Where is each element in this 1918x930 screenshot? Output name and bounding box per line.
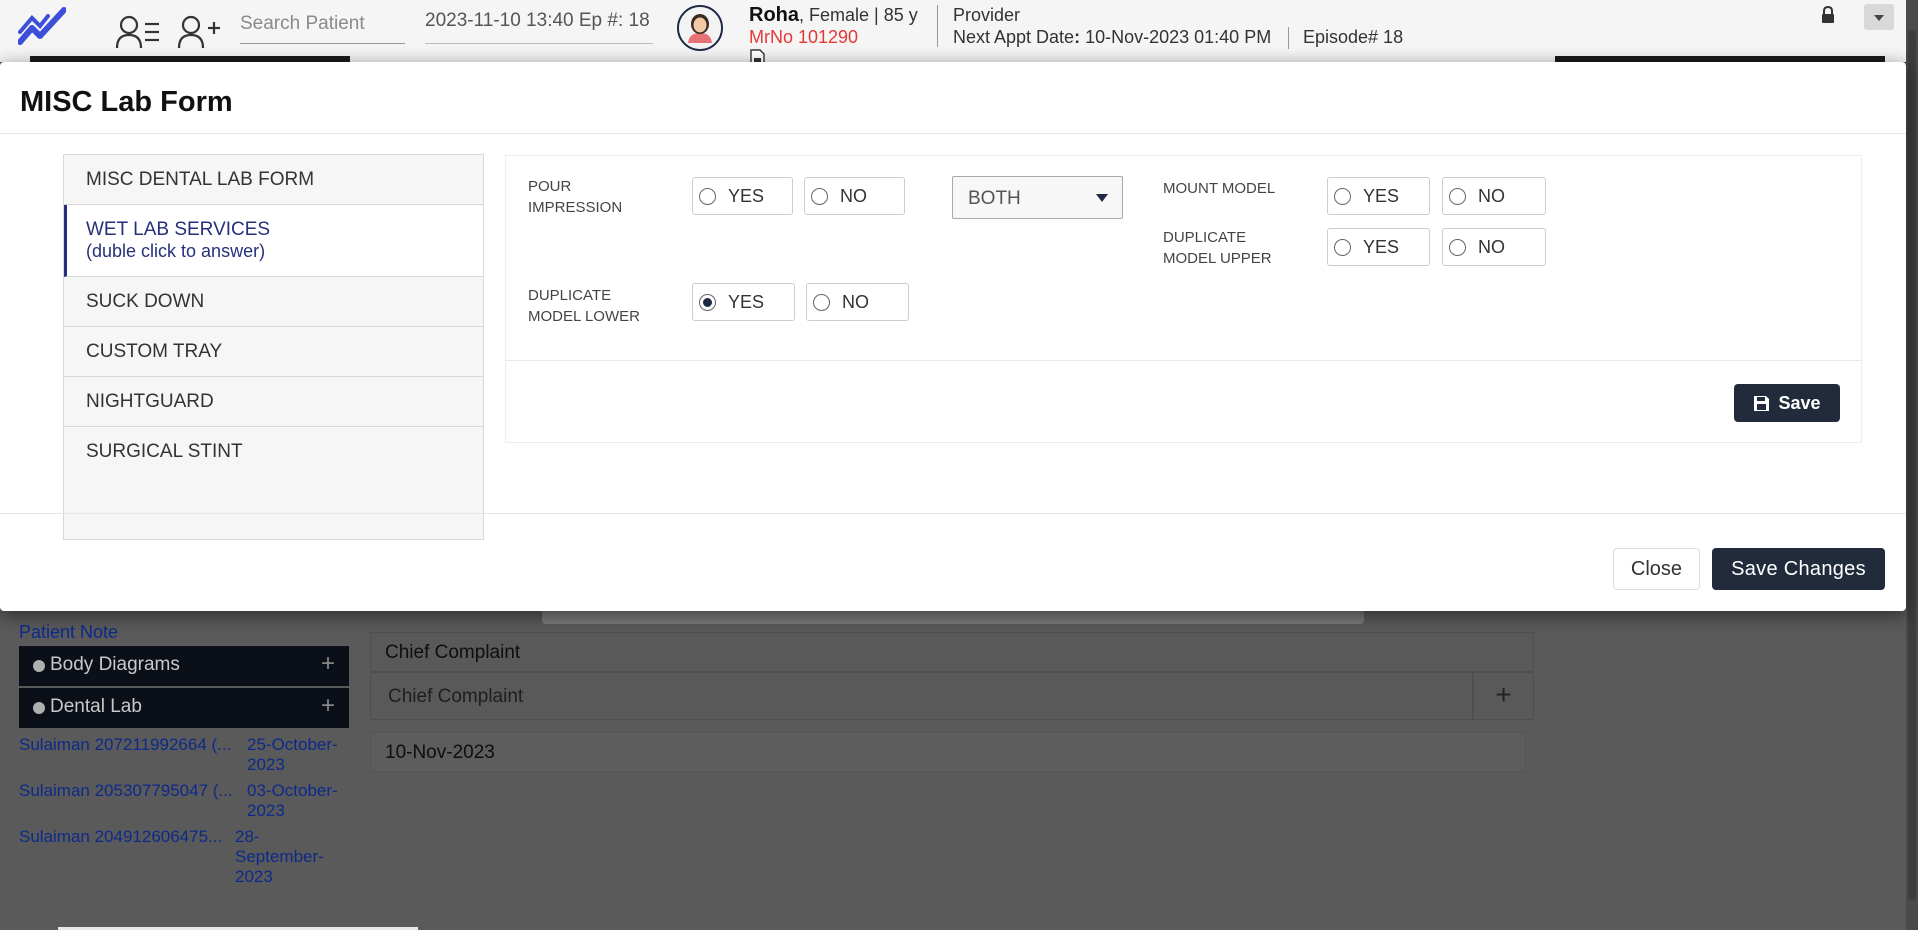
section-dental-lab[interactable]: Dental Lab + <box>19 688 349 728</box>
pour-impression-select[interactable]: BOTH <box>952 176 1123 219</box>
header-divider <box>1288 27 1289 49</box>
tab-suck-down[interactable]: SUCK DOWN <box>64 277 483 327</box>
patient-list-icon[interactable] <box>115 14 161 50</box>
radio-unchecked-icon[interactable] <box>1449 238 1466 256</box>
radio-unchecked-icon[interactable] <box>811 187 828 205</box>
divider <box>0 133 1906 134</box>
add-chief-complaint-button[interactable]: + <box>1473 672 1534 720</box>
caret-down-icon <box>1874 15 1884 21</box>
visit-date-episode: 2023-11-10 13:40 Ep #: 18 <box>425 8 653 44</box>
caret-down-icon <box>1096 194 1108 202</box>
history-name[interactable]: Sulaiman 207211992664 (... <box>19 735 247 755</box>
patient-note-link[interactable]: Patient Note <box>19 622 118 643</box>
patient-name[interactable]: Roha <box>749 4 799 26</box>
scrollbar-thumb[interactable] <box>1908 30 1916 900</box>
misc-lab-form-modal: MISC Lab Form MISC DENTAL LAB FORM WET L… <box>0 62 1906 611</box>
duplicate-model-upper-label: DUPLICATE MODEL UPPER <box>1163 229 1272 267</box>
plus-icon[interactable]: + <box>321 650 335 678</box>
save-button[interactable]: Save <box>1734 384 1840 422</box>
app-logo-icon[interactable] <box>18 6 66 46</box>
floppy-disk-icon <box>1754 395 1770 411</box>
next-appt-label: Next Appt Date <box>953 27 1075 47</box>
patient-avatar-icon <box>679 7 721 49</box>
patient-mrno: MrNo 101290 <box>749 27 859 47</box>
visit-date-row: 10-Nov-2023 <box>370 732 1526 772</box>
top-header: 2023-11-10 13:40 Ep #: 18 Roha, Female |… <box>0 0 1918 67</box>
tab-wet-lab-services[interactable]: WET LAB SERVICES (duble click to answer) <box>64 205 483 277</box>
duplicate-model-lower-label: DUPLICATE MODEL LOWER <box>528 287 640 325</box>
radio-unchecked-icon[interactable] <box>1334 238 1351 256</box>
mount-model-yes[interactable]: YES <box>1327 177 1430 215</box>
mount-model-label: MOUNT MODEL <box>1163 180 1276 197</box>
history-name[interactable]: Sulaiman 205307795047 (... <box>19 781 247 801</box>
chief-complaint-header: Chief Complaint <box>370 632 1534 672</box>
provider-label: Provider <box>953 5 1021 25</box>
patient-avatar[interactable] <box>677 5 723 51</box>
header-divider <box>937 5 938 47</box>
pour-impression-label: POUR IMPRESSION <box>528 178 623 216</box>
history-date: 25-October- 2023 <box>247 735 338 774</box>
patient-details: , Female | 85 y <box>799 5 918 25</box>
duplicate-model-upper-yes[interactable]: YES <box>1327 228 1430 266</box>
tab-hint: (duble click to answer) <box>86 241 266 261</box>
mount-model-no[interactable]: NO <box>1442 177 1546 215</box>
next-appt-date: Next Appt Date: 10-Nov-2023 01:40 PM <box>953 27 1272 47</box>
duplicate-model-upper-no[interactable]: NO <box>1442 228 1546 266</box>
section-body-diagrams[interactable]: Body Diagrams + <box>19 646 349 686</box>
save-changes-button[interactable]: Save Changes <box>1712 548 1885 590</box>
lab-form-tabs: MISC DENTAL LAB FORM WET LAB SERVICES (d… <box>63 154 484 540</box>
history-date: 28- September- 2023 <box>235 827 324 886</box>
history-name[interactable]: Sulaiman 204912606475... <box>19 827 234 847</box>
tab-misc-dental-lab-form[interactable]: MISC DENTAL LAB FORM <box>64 155 483 205</box>
info-icon <box>33 702 45 714</box>
add-patient-icon[interactable] <box>177 14 223 50</box>
tab-custom-tray[interactable]: CUSTOM TRAY <box>64 327 483 377</box>
search-patient-input[interactable] <box>240 6 405 42</box>
radio-unchecked-icon[interactable] <box>1334 187 1351 205</box>
pour-impression-no[interactable]: NO <box>804 177 905 215</box>
pour-impression-yes[interactable]: YES <box>692 177 793 215</box>
divider <box>505 360 1862 361</box>
close-button[interactable]: Close <box>1613 548 1700 590</box>
radio-unchecked-icon[interactable] <box>1449 187 1466 205</box>
patient-name-line: Roha, Female | 85 y <box>749 4 918 27</box>
divider <box>0 513 1906 514</box>
search-patient-field[interactable] <box>240 6 405 44</box>
next-appt-value: 10-Nov-2023 01:40 PM <box>1080 27 1272 47</box>
chief-complaint-input[interactable]: Chief Complaint <box>370 672 1473 720</box>
radio-unchecked-icon[interactable] <box>699 187 716 205</box>
history-date: 03-October- 2023 <box>247 781 338 820</box>
tab-nightguard[interactable]: NIGHTGUARD <box>64 377 483 427</box>
modal-title: MISC Lab Form <box>20 86 233 118</box>
section-label: Body Diagrams <box>50 654 180 675</box>
episode-number: Episode# 18 <box>1303 27 1404 47</box>
radio-unchecked-icon[interactable] <box>813 293 830 311</box>
radio-checked-icon[interactable] <box>699 293 716 311</box>
header-dropdown-button[interactable] <box>1864 4 1894 30</box>
duplicate-model-lower-no[interactable]: NO <box>806 283 909 321</box>
plus-icon[interactable]: + <box>321 692 335 720</box>
lock-icon[interactable] <box>1820 6 1836 24</box>
duplicate-model-lower-yes[interactable]: YES <box>692 283 795 321</box>
tab-surgical-stint[interactable]: SURGICAL STINT <box>64 427 483 477</box>
info-icon <box>33 660 45 672</box>
section-label: Dental Lab <box>50 696 142 717</box>
